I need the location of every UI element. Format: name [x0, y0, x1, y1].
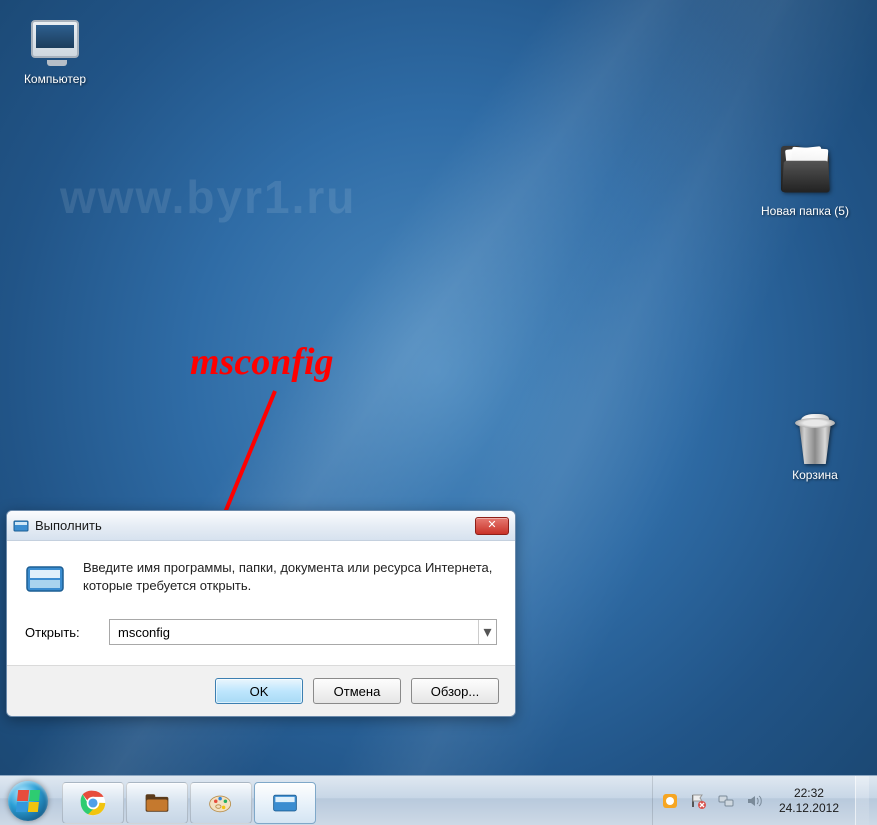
desktop-icon-computer[interactable]: Компьютер — [10, 20, 100, 86]
chevron-down-icon: ▾ — [483, 622, 491, 642]
desktop-icon-folder[interactable]: Новая папка (5) — [760, 148, 850, 218]
show-desktop-button[interactable] — [855, 776, 869, 825]
run-icon — [271, 789, 299, 817]
run-dialog: Выполнить ✕ Введите имя программы, папки… — [6, 510, 516, 717]
desktop[interactable]: www.byr1.ru Компьютер Новая папка (5) Ко… — [0, 0, 877, 825]
run-title-text: Выполнить — [35, 518, 102, 533]
folder-icon — [781, 152, 829, 200]
folder-icon — [143, 789, 171, 817]
taskbar-button-explorer[interactable] — [126, 782, 188, 824]
taskbar: 22:32 24.12.2012 — [0, 775, 877, 825]
trash-icon — [791, 416, 839, 464]
watermark-text: www.byr1.ru — [60, 170, 356, 224]
system-tray: 22:32 24.12.2012 — [652, 776, 877, 825]
windows-logo-icon — [8, 781, 48, 821]
annotation-label: msconfig — [190, 340, 334, 384]
browse-button[interactable]: Обзор... — [411, 678, 499, 704]
tray-app-icon[interactable] — [661, 792, 679, 810]
taskbar-button-chrome[interactable] — [62, 782, 124, 824]
desktop-icon-label: Компьютер — [10, 72, 100, 86]
ok-button[interactable]: OK — [215, 678, 303, 704]
chrome-icon — [79, 789, 107, 817]
tray-time: 22:32 — [779, 786, 839, 801]
dropdown-button[interactable]: ▾ — [478, 620, 496, 644]
open-combobox[interactable]: ▾ — [109, 619, 497, 645]
run-titlebar[interactable]: Выполнить ✕ — [7, 511, 515, 541]
tray-network-icon[interactable] — [717, 792, 735, 810]
close-icon: ✕ — [487, 519, 496, 531]
desktop-icon-trash[interactable]: Корзина — [770, 416, 860, 482]
computer-icon — [31, 20, 79, 68]
tray-flag-icon[interactable] — [689, 792, 707, 810]
run-title-icon — [13, 518, 29, 534]
open-label: Открыть: — [25, 625, 97, 640]
open-input[interactable] — [110, 620, 478, 644]
tray-date: 24.12.2012 — [779, 801, 839, 816]
desktop-icon-label: Корзина — [770, 468, 860, 482]
run-footer: OK Отмена Обзор... — [7, 665, 515, 716]
desktop-icon-label: Новая папка (5) — [760, 204, 850, 218]
close-button[interactable]: ✕ — [475, 517, 509, 535]
tray-volume-icon[interactable] — [745, 792, 763, 810]
taskbar-button-paint[interactable] — [190, 782, 252, 824]
taskbar-button-run[interactable] — [254, 782, 316, 824]
start-button[interactable] — [0, 776, 56, 825]
paint-icon — [207, 789, 235, 817]
cancel-button[interactable]: Отмена — [313, 678, 401, 704]
run-description: Введите имя программы, папки, документа … — [83, 559, 497, 599]
taskbar-buttons — [56, 776, 316, 825]
tray-clock[interactable]: 22:32 24.12.2012 — [773, 786, 845, 816]
run-dialog-icon — [25, 559, 65, 599]
